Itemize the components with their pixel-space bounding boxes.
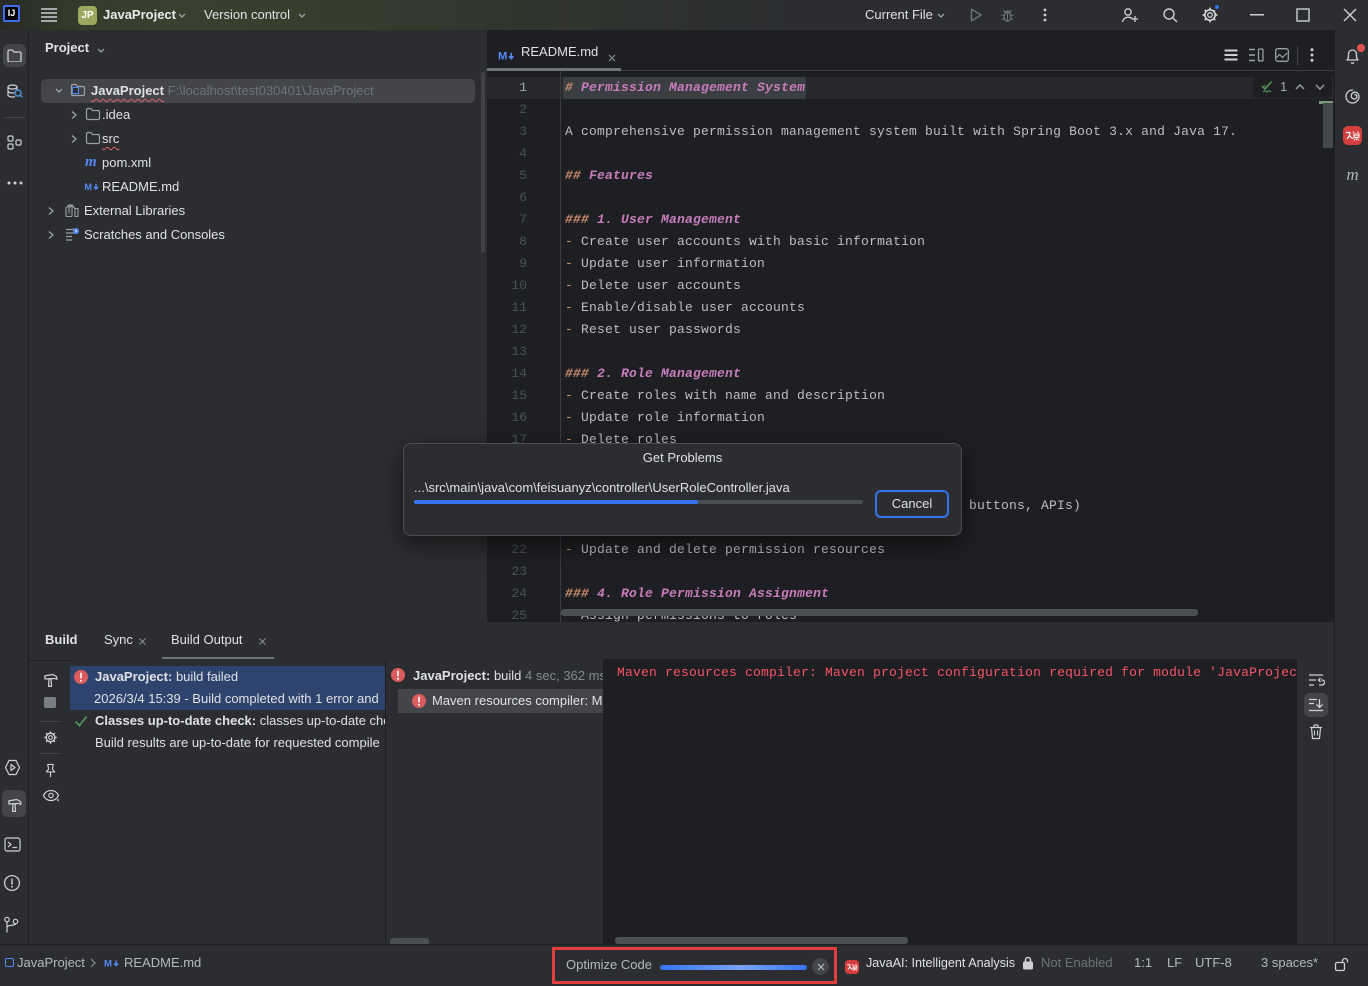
svg-text:M: M xyxy=(104,959,112,970)
svg-text:M: M xyxy=(498,51,507,63)
svg-text:M: M xyxy=(85,182,93,192)
